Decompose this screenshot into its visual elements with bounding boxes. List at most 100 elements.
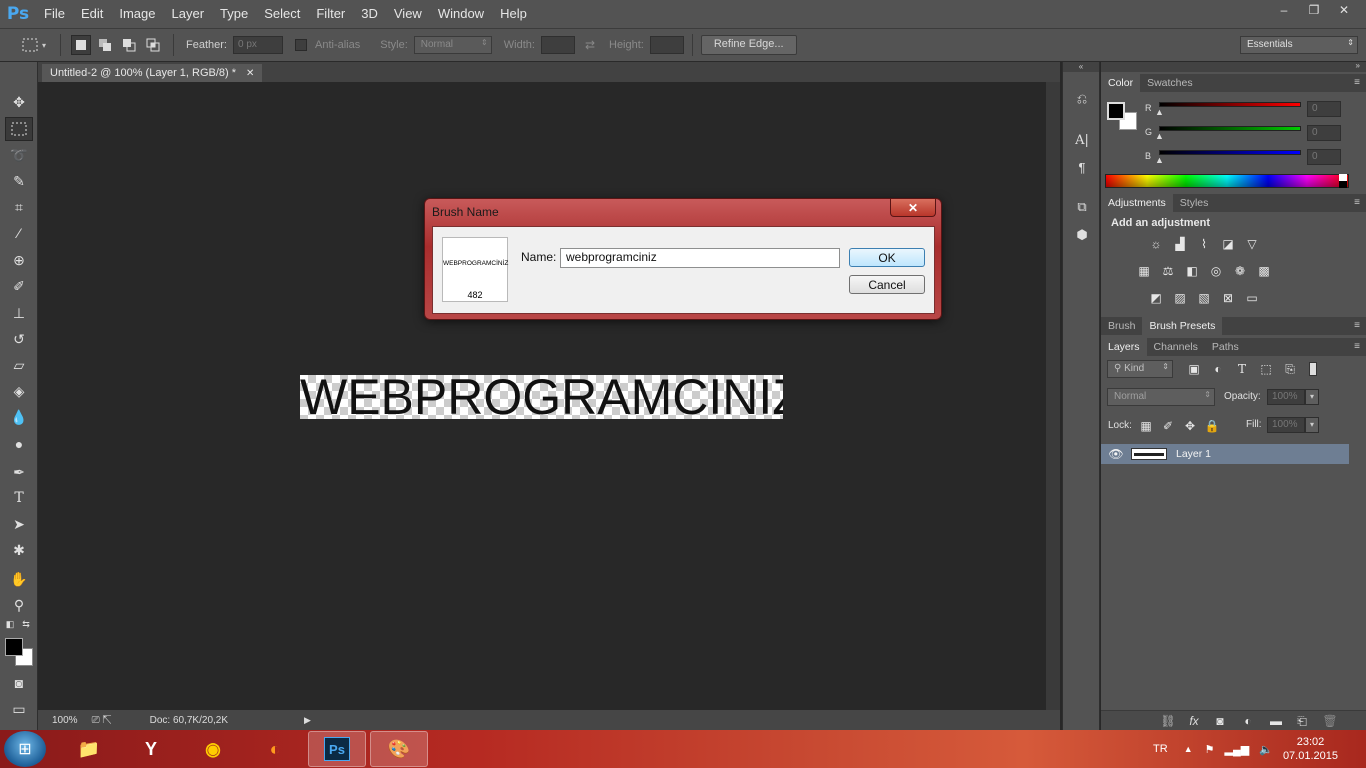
black-white-icon[interactable]: ◧ xyxy=(1183,263,1201,279)
lock-all-icon[interactable]: 🔒 xyxy=(1203,418,1221,434)
tab-brush-presets[interactable]: Brush Presets xyxy=(1142,317,1223,335)
b-slider-handle-icon[interactable]: ▲ xyxy=(1155,155,1164,165)
swap-dimensions-icon[interactable]: ⇄ xyxy=(585,38,595,52)
opacity-input[interactable]: 100% xyxy=(1267,389,1305,405)
clone-stamp-tool-icon[interactable]: ⊥ xyxy=(5,301,33,325)
document-tab[interactable]: Untitled-2 @ 100% (Layer 1, RGB/8) * ✕ xyxy=(42,64,263,82)
hand-tool-icon[interactable]: ✋ xyxy=(5,567,33,591)
rectangular-marquee-tool-icon[interactable] xyxy=(5,117,33,141)
lock-position-icon[interactable]: ✥ xyxy=(1181,418,1199,434)
menu-filter[interactable]: Filter xyxy=(308,0,353,28)
brightness-contrast-icon[interactable]: ☼ xyxy=(1147,236,1165,252)
firefox-icon[interactable]: ◐ xyxy=(246,731,304,767)
brush-tool-icon[interactable]: ✐ xyxy=(5,274,33,298)
workspace-select[interactable]: Essentials ⇕ xyxy=(1240,36,1358,54)
history-brush-tool-icon[interactable]: ↺ xyxy=(5,327,33,351)
g-slider[interactable] xyxy=(1159,126,1301,131)
default-colors-icon[interactable]: ◧ xyxy=(4,618,16,630)
dialog-close-button[interactable]: ✕ xyxy=(890,199,936,217)
vertical-scrollbar[interactable] xyxy=(1046,82,1060,710)
new-group-icon[interactable]: ▬ xyxy=(1267,713,1285,729)
photo-filter-icon[interactable]: ◎ xyxy=(1207,263,1225,279)
subtract-from-selection-icon[interactable] xyxy=(119,35,139,55)
menu-select[interactable]: Select xyxy=(256,0,308,28)
paint-bucket-tool-icon[interactable]: ◈ xyxy=(5,379,33,403)
canvas-layer-content[interactable]: WEBPROGRAMCİNİZ xyxy=(300,375,783,419)
language-indicator[interactable]: TR xyxy=(1153,743,1168,755)
ok-button[interactable]: OK xyxy=(849,248,925,267)
tab-swatches[interactable]: Swatches xyxy=(1140,74,1200,92)
intersect-selection-icon[interactable] xyxy=(143,35,163,55)
vibrance-icon[interactable]: ▽ xyxy=(1243,236,1261,252)
selective-color-icon[interactable]: ⊠ xyxy=(1219,290,1237,306)
paint-icon[interactable]: 🎨 xyxy=(370,731,428,767)
tab-brush[interactable]: Brush xyxy=(1101,317,1142,335)
explorer-icon[interactable]: 📁 xyxy=(60,731,118,767)
filter-type-icon[interactable]: T xyxy=(1233,361,1251,377)
tab-channels[interactable]: Channels xyxy=(1147,338,1205,356)
height-input[interactable] xyxy=(649,36,684,54)
feather-input[interactable]: 0 px xyxy=(232,36,283,54)
layer-filter-select[interactable]: ⚲ Kind ⇕ xyxy=(1107,360,1173,378)
r-value-input[interactable]: 0 xyxy=(1307,101,1341,117)
new-layer-icon[interactable]: ⎗ xyxy=(1293,713,1311,729)
yandex-browser-icon[interactable]: Y xyxy=(122,731,180,767)
close-window-button[interactable]: ✕ xyxy=(1330,0,1358,20)
chrome-icon[interactable]: ◉ xyxy=(184,731,242,767)
add-to-selection-icon[interactable] xyxy=(95,35,115,55)
quick-selection-tool-icon[interactable]: ✎ xyxy=(5,169,33,193)
status-icons[interactable]: ⎚ ⇱ xyxy=(92,715,112,726)
blur-tool-icon[interactable]: 💧 xyxy=(5,405,33,429)
menu-3d[interactable]: 3D xyxy=(353,0,386,28)
white-swatch[interactable] xyxy=(1339,174,1347,181)
zoom-tool-icon[interactable]: ⚲ xyxy=(5,593,33,617)
tab-styles[interactable]: Styles xyxy=(1173,194,1216,212)
close-document-icon[interactable]: ✕ xyxy=(246,68,254,79)
new-adjustment-layer-icon[interactable]: ◐ xyxy=(1239,713,1257,729)
layer-row[interactable]: 👁 Layer 1 xyxy=(1101,444,1349,464)
foreground-color-swatch[interactable] xyxy=(5,638,23,656)
eye-visibility-icon[interactable]: 👁 xyxy=(1101,447,1131,461)
tab-paths[interactable]: Paths xyxy=(1205,338,1246,356)
panel-menu-icon[interactable]: ≡ xyxy=(1354,341,1360,352)
photoshop-taskbar-button[interactable]: Ps xyxy=(308,731,366,767)
brush-name-input[interactable]: webprogramciniz xyxy=(560,248,840,268)
width-input[interactable] xyxy=(540,36,575,54)
collapse-arrows-icon[interactable]: « xyxy=(1063,62,1099,72)
eyedropper-tool-icon[interactable]: ⁄ xyxy=(5,221,33,245)
dodge-tool-icon[interactable]: ● xyxy=(5,432,33,456)
layer-mask-icon[interactable]: ◙ xyxy=(1211,713,1229,729)
refine-edge-button[interactable]: Refine Edge... xyxy=(700,35,797,55)
fill-dropdown-icon[interactable]: ▾ xyxy=(1305,417,1319,433)
gradient-map-icon[interactable]: ▭ xyxy=(1243,290,1261,306)
history-panel-icon[interactable]: ⎌ xyxy=(1070,88,1094,110)
exposure-icon[interactable]: ◪ xyxy=(1219,236,1237,252)
clock[interactable]: 23:02 07.01.2015 xyxy=(1283,735,1338,763)
filter-toggle[interactable] xyxy=(1309,362,1317,376)
tab-adjustments[interactable]: Adjustments xyxy=(1101,194,1173,212)
healing-brush-tool-icon[interactable]: ⊕ xyxy=(5,248,33,272)
fill-input[interactable]: 100% xyxy=(1267,417,1305,433)
filter-pixel-icon[interactable]: ▣ xyxy=(1185,361,1203,377)
lasso-tool-icon[interactable]: ➰ xyxy=(5,143,33,167)
panel-menu-icon[interactable]: ≡ xyxy=(1354,197,1360,208)
3d-panel-icon[interactable]: ⧉ xyxy=(1070,196,1094,218)
menu-image[interactable]: Image xyxy=(111,0,163,28)
blend-mode-select[interactable]: Normal ⇕ xyxy=(1107,388,1215,406)
cube-panel-icon[interactable]: ⬢ xyxy=(1070,224,1094,246)
volume-icon[interactable]: 🔈 xyxy=(1259,743,1273,756)
cancel-button[interactable]: Cancel xyxy=(849,275,925,294)
threshold-icon[interactable]: ▧ xyxy=(1195,290,1213,306)
path-selection-tool-icon[interactable]: ➤ xyxy=(5,512,33,536)
layer-name[interactable]: Layer 1 xyxy=(1176,448,1211,460)
filter-adjustment-icon[interactable]: ◐ xyxy=(1209,361,1227,377)
type-tool-icon[interactable]: T xyxy=(5,486,33,510)
style-select[interactable]: Normal ⇕ xyxy=(413,36,492,54)
swap-colors-icon[interactable]: ⇆ xyxy=(20,618,32,630)
zoom-level[interactable]: 100% xyxy=(52,715,78,726)
custom-shape-tool-icon[interactable]: ✱ xyxy=(5,538,33,562)
link-layers-icon[interactable]: ⛓ xyxy=(1159,713,1177,729)
layer-style-icon[interactable]: fx xyxy=(1185,713,1203,729)
tab-layers[interactable]: Layers xyxy=(1101,338,1147,356)
color-lookup-icon[interactable]: ▩ xyxy=(1255,263,1273,279)
